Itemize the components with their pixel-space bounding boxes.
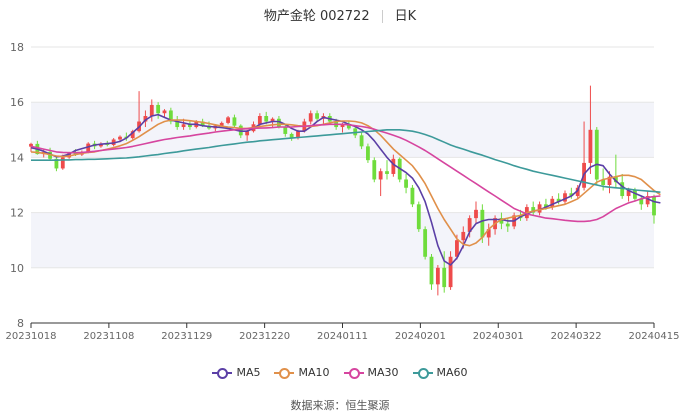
x-tick-label: 20240111 [317, 331, 368, 342]
y-tick-label: 18 [10, 41, 24, 54]
y-tick-label: 16 [10, 96, 24, 109]
candle-body [118, 136, 122, 140]
candle-body [257, 116, 262, 125]
candle-body [416, 204, 421, 230]
candle-body [480, 209, 485, 238]
legend-marker-icon [212, 367, 233, 379]
candle-body [385, 171, 389, 174]
candle-body [448, 256, 453, 288]
candle-body [474, 209, 478, 219]
candle-body [594, 129, 599, 180]
candle-body [423, 229, 428, 257]
candle-body [60, 157, 65, 169]
candle-body [588, 129, 593, 163]
candle-body [404, 179, 408, 188]
candle-body [429, 256, 434, 285]
grid-band [31, 212, 654, 268]
x-tick-label: 20231129 [161, 331, 212, 342]
candle-body [372, 160, 377, 180]
x-tick-label: 20231108 [83, 331, 134, 342]
candle-body [156, 104, 161, 114]
x-tick-label: 20240415 [629, 331, 680, 342]
legend-item-ma10[interactable]: MA10 [274, 366, 330, 379]
legend-label: MA10 [298, 366, 330, 379]
y-tick-label: 14 [10, 151, 24, 164]
candle-body [505, 223, 510, 227]
x-tick-label: 20240201 [395, 331, 446, 342]
legend-marker-icon [343, 367, 364, 379]
chart-legend: MA5 MA10 MA30 MA60 [0, 366, 680, 382]
legend-marker-icon [274, 367, 295, 379]
legend-item-ma5[interactable]: MA5 [212, 366, 260, 379]
x-tick-label: 20231220 [239, 331, 290, 342]
legend-item-ma60[interactable]: MA60 [412, 366, 468, 379]
y-tick-label: 12 [10, 207, 24, 220]
candle-body [264, 116, 269, 122]
legend-label: MA5 [236, 366, 261, 379]
candle-body [308, 113, 313, 122]
candle-body [442, 267, 447, 288]
candle-body [232, 117, 237, 126]
candle-body [652, 196, 656, 216]
legend-marker-icon [412, 367, 433, 379]
candle-body [315, 113, 319, 119]
candle-body [162, 110, 167, 114]
candle-body [181, 124, 186, 128]
candle-body [359, 135, 364, 147]
legend-label: MA30 [367, 366, 399, 379]
data-source: 数据来源：恒生聚源 [290, 399, 390, 412]
candle-body [391, 158, 396, 174]
x-tick-label: 20240301 [473, 331, 524, 342]
candle-body [283, 127, 288, 134]
candle-body [149, 104, 154, 116]
candle-body [366, 146, 370, 161]
x-tick-label: 20231018 [6, 331, 57, 342]
legend-label: MA60 [436, 366, 468, 379]
candle-body [461, 231, 466, 241]
candle-body [378, 171, 383, 180]
y-tick-label: 8 [17, 317, 24, 330]
x-tick-label: 20240322 [551, 331, 602, 342]
y-tick-label: 10 [10, 262, 24, 275]
candlestick-chart: 8 10 12 14 16 18 20231018 20231108 20231129 20231… [6, 41, 680, 342]
candle-body [226, 117, 230, 123]
candle-body [410, 187, 415, 205]
legend-item-ma30[interactable]: MA30 [343, 366, 399, 379]
candle-body [435, 267, 440, 285]
